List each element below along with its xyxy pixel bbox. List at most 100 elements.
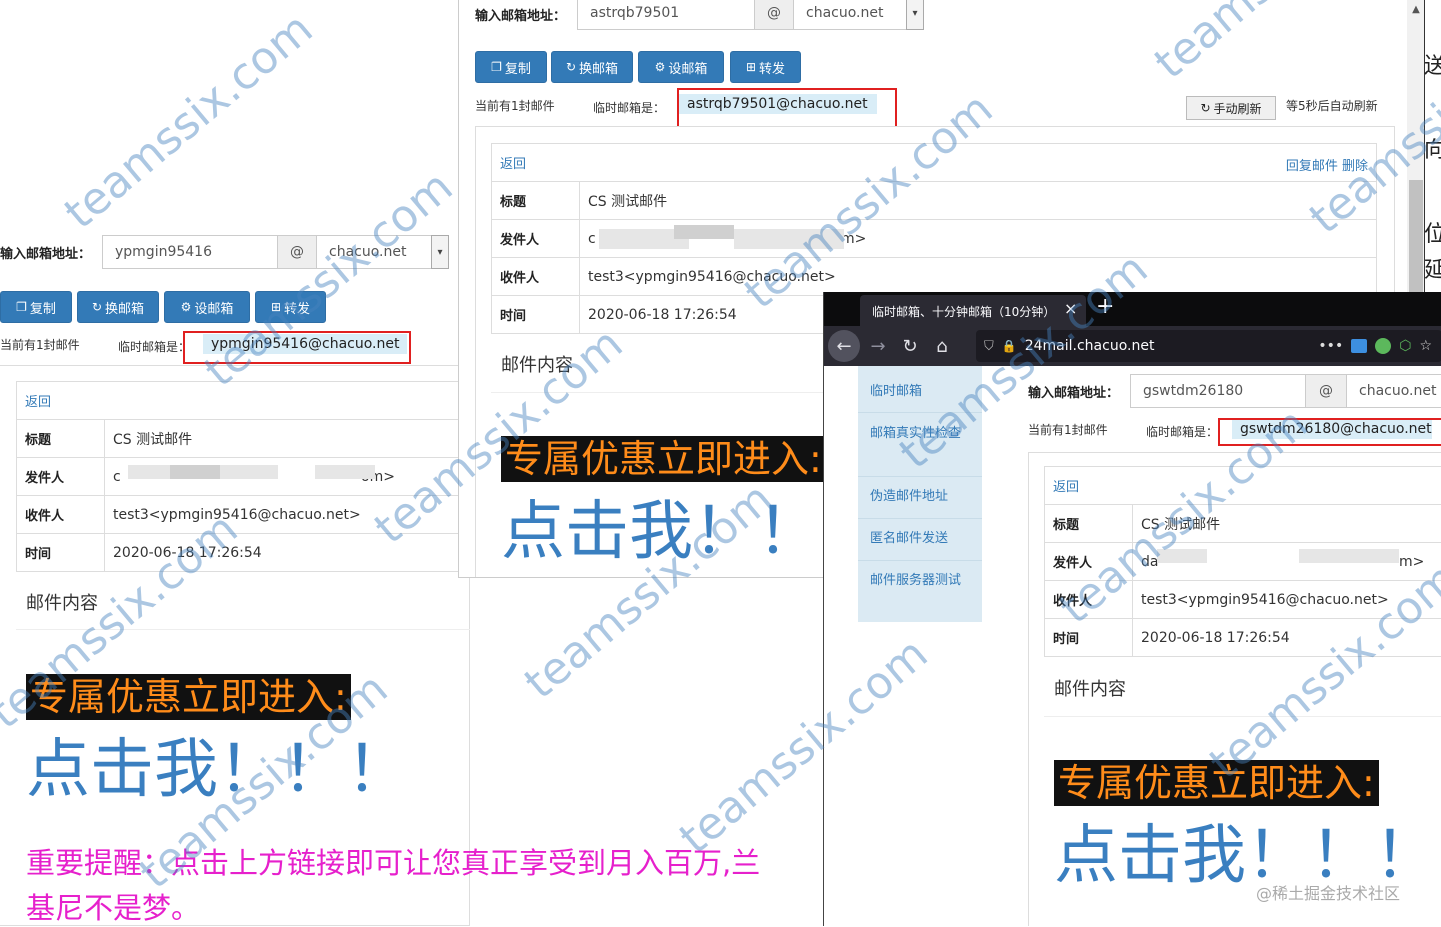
change-mailbox-button[interactable]: ↻换邮箱: [77, 291, 159, 323]
content-title: 邮件内容: [501, 351, 573, 377]
sidebar-item-server-test[interactable]: 邮件服务器测试: [870, 570, 970, 591]
back-link[interactable]: 返回: [17, 382, 471, 420]
subject-value: CS 测试邮件: [580, 182, 1377, 220]
chevron-down-icon[interactable]: ▾: [431, 235, 449, 269]
email-label: 输入邮箱地址：: [1028, 382, 1119, 401]
manual-refresh-button[interactable]: ↻手动刷新: [1186, 96, 1276, 120]
time-key: 时间: [1045, 619, 1133, 657]
back-link[interactable]: 返回: [1045, 467, 1441, 505]
delete-link[interactable]: 删除: [1342, 159, 1368, 174]
divider: [1044, 716, 1441, 717]
temp-address-label: 临时邮箱是：: [1146, 423, 1218, 440]
subject-value: CS 测试邮件: [1133, 505, 1441, 543]
forward-button[interactable]: ⊞转发: [255, 291, 326, 323]
copy-label: 复制: [30, 298, 56, 317]
gear-icon: ⚙: [181, 300, 192, 314]
sidebar-item-fake-address[interactable]: 伪造邮件地址: [870, 486, 970, 507]
mail-count: 当前有1封邮件: [0, 336, 80, 353]
scroll-up-icon[interactable]: ▲: [1407, 0, 1424, 18]
redacted-sender: [170, 465, 220, 479]
from-key: 发件人: [17, 458, 105, 496]
content-title: 邮件内容: [26, 589, 98, 615]
close-icon[interactable]: ×: [1064, 299, 1077, 318]
promo-banner[interactable]: 专属优惠立即进入:: [501, 436, 826, 482]
url-bar[interactable]: ⛉ 🔒 24mail.chacuo.net ••• ⬡ ☆: [976, 330, 1441, 362]
sidebar-item-check-mail[interactable]: 邮箱真实性检查: [870, 423, 970, 444]
forward-icon[interactable]: →: [864, 330, 892, 362]
extension-icon[interactable]: [1351, 339, 1367, 353]
tab-title: 临时邮箱、十分钟邮箱（10分钟）...: [872, 303, 1052, 320]
from-key: 发件人: [492, 220, 580, 258]
click-me-link[interactable]: 点击我！！！: [26, 730, 410, 810]
left-mail-window: 输入邮箱地址： ypmgin95416 @ chacuo.net ▾ ❐复制 ↻…: [0, 215, 470, 926]
sidebar-item-anonymous-send[interactable]: 匿名邮件发送: [870, 528, 970, 549]
extension-icon[interactable]: ⬡: [1399, 338, 1411, 354]
domain-select[interactable]: chacuo.net: [316, 235, 432, 269]
settings-label: 设邮箱: [194, 298, 233, 317]
reminder-line-1: 重要提醒：点击上方链接即可让您真正享受到月入百万,兰: [26, 840, 760, 882]
copy-button[interactable]: ❐复制: [475, 51, 547, 83]
gear-icon: ⚙: [655, 60, 666, 74]
shield-icon: ⛉: [984, 339, 994, 354]
to-value: test3<ypmgin95416@chacuo.net>: [105, 496, 471, 534]
time-value: 2020-06-18 17:26:54: [105, 534, 471, 572]
time-key: 时间: [17, 534, 105, 572]
divider: [858, 560, 982, 561]
right-browser-window: 临时邮箱、十分钟邮箱（10分钟）... × + ← → ↻ ⌂ ⛉ 🔒 24ma…: [823, 292, 1441, 926]
to-key: 收件人: [17, 496, 105, 534]
copy-button[interactable]: ❐复制: [0, 291, 72, 323]
from-value-start: c: [588, 231, 596, 247]
sidebar-item-temp-mail[interactable]: 临时邮箱: [870, 381, 970, 402]
promo-banner[interactable]: 专属优惠立即进入:: [26, 674, 351, 720]
refresh-label: 手动刷新: [1214, 100, 1262, 117]
new-tab-icon[interactable]: +: [1096, 294, 1114, 319]
forward-label: 转发: [759, 58, 785, 77]
edge-text: 位: [1424, 216, 1441, 248]
reload-icon[interactable]: ↻: [896, 330, 924, 362]
scrollbar-thumb[interactable]: [1409, 180, 1423, 300]
home-icon[interactable]: ⌂: [928, 330, 956, 362]
set-mailbox-button[interactable]: ⚙设邮箱: [638, 51, 724, 83]
plus-square-icon: ⊞: [746, 60, 756, 74]
edge-text: 向: [1424, 132, 1441, 164]
more-icon[interactable]: •••: [1318, 338, 1343, 354]
at-addon: @: [277, 235, 317, 269]
domain-select[interactable]: chacuo.net: [1346, 374, 1441, 408]
highlight-box: [1218, 418, 1441, 446]
copy-icon: ❐: [491, 60, 502, 74]
domain-select[interactable]: chacuo.net: [793, 0, 907, 30]
to-key: 收件人: [1045, 581, 1133, 619]
chevron-down-icon[interactable]: ▾: [906, 0, 924, 30]
edge-window: 送 向 位 延: [1424, 0, 1441, 292]
email-user-input[interactable]: astrqb79501: [577, 0, 755, 30]
email-user-input[interactable]: gswtdm26180: [1130, 374, 1306, 408]
back-icon[interactable]: ←: [828, 330, 860, 362]
from-value-end: m>: [841, 231, 866, 247]
lock-icon: 🔒: [1002, 339, 1017, 353]
reply-link[interactable]: 回复邮件: [1286, 159, 1338, 174]
promo-banner[interactable]: 专属优惠立即进入:: [1054, 760, 1379, 806]
extension-icon[interactable]: [1375, 338, 1391, 354]
change-mailbox-button[interactable]: ↻换邮箱: [551, 51, 633, 83]
email-label: 输入邮箱地址：: [475, 5, 566, 24]
highlight-box: [183, 331, 411, 364]
content-title: 邮件内容: [1054, 675, 1126, 701]
forward-label: 转发: [284, 298, 310, 317]
back-link[interactable]: 返回: [500, 157, 526, 172]
copy-label: 复制: [505, 58, 531, 77]
reminder-line-2: 基尼不是梦。: [26, 885, 200, 927]
copy-icon: ❐: [16, 300, 27, 314]
divider: [858, 476, 982, 477]
active-tab[interactable]: 临时邮箱、十分钟邮箱（10分钟）... ×: [860, 295, 1086, 326]
click-me-link[interactable]: 点击我！！: [501, 492, 821, 572]
bookmark-star-icon[interactable]: ☆: [1419, 338, 1432, 354]
settings-label: 设邮箱: [668, 58, 707, 77]
url-text: 24mail.chacuo.net: [1025, 338, 1155, 354]
change-label: 换邮箱: [105, 298, 144, 317]
email-user-input[interactable]: ypmgin95416: [102, 235, 278, 269]
forward-button[interactable]: ⊞转发: [730, 51, 801, 83]
from-value-start: c: [113, 469, 121, 485]
set-mailbox-button[interactable]: ⚙设邮箱: [164, 291, 250, 323]
mail-count: 当前有1封邮件: [475, 97, 555, 114]
mail-count: 当前有1封邮件: [1028, 421, 1108, 438]
